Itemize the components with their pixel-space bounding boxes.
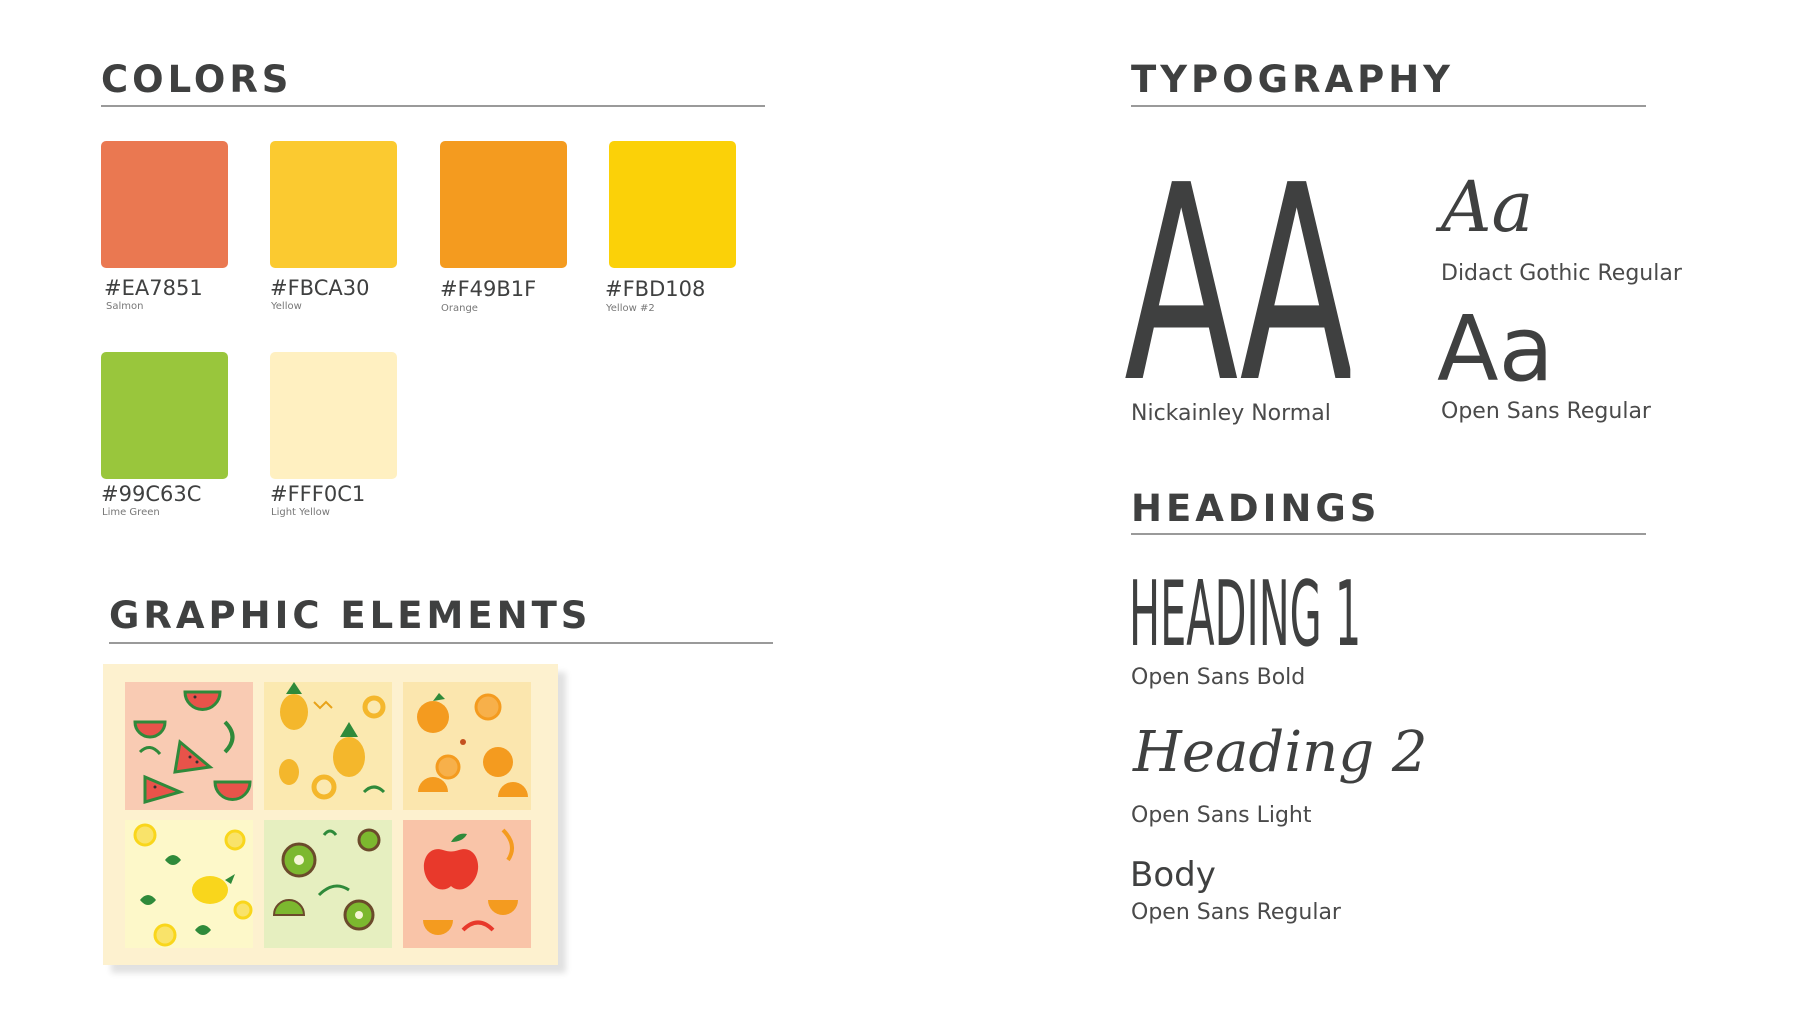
pattern-board <box>103 664 558 965</box>
swatch-yellow-2-hex: #FBD108 <box>605 277 706 301</box>
swatch-yellow-name: Yellow <box>271 301 302 312</box>
swatch-yellow-2-name: Yellow #2 <box>606 303 655 314</box>
sans-font-sample: Aa <box>1437 297 1554 402</box>
heading-2-font-name: Open Sans Light <box>1131 803 1312 828</box>
swatch-salmon-hex: #EA7851 <box>104 276 203 300</box>
body-sample: Body <box>1130 855 1216 895</box>
headings-title: HEADINGS <box>1131 487 1381 530</box>
sans-font-name: Open Sans Regular <box>1441 399 1651 424</box>
colors-divider <box>101 105 765 107</box>
heading-1-sample: HEADING 1 <box>1129 562 1362 667</box>
heading-2-sample: Heading 2 <box>1133 720 1428 785</box>
body-font-name: Open Sans Regular <box>1131 900 1341 925</box>
swatch-lime-green-hex: #99C63C <box>101 482 202 506</box>
pattern-watermelon <box>125 682 253 810</box>
typography-divider <box>1131 105 1646 107</box>
heading-1-font-name: Open Sans Bold <box>1131 665 1306 690</box>
swatch-yellow <box>270 141 397 268</box>
display-font-name: Nickainley Normal <box>1131 401 1331 426</box>
swatch-lime-green <box>101 352 228 479</box>
typography-title: TYPOGRAPHY <box>1131 58 1454 101</box>
script-font-name: Didact Gothic Regular <box>1441 261 1682 286</box>
swatch-light-yellow <box>270 352 397 479</box>
graphic-elements-title: GRAPHIC ELEMENTS <box>109 594 592 637</box>
swatch-orange-hex: #F49B1F <box>440 277 537 301</box>
swatch-salmon <box>101 141 228 268</box>
pattern-apple <box>403 820 531 948</box>
graphic-elements-divider <box>109 642 773 644</box>
swatch-yellow-hex: #FBCA30 <box>270 276 370 300</box>
swatch-orange-name: Orange <box>441 303 478 314</box>
swatch-light-yellow-name: Light Yellow <box>271 507 330 518</box>
pattern-orange <box>403 682 531 810</box>
swatch-orange <box>440 141 567 268</box>
swatch-yellow-2 <box>609 141 736 268</box>
pattern-pineapple <box>264 682 392 810</box>
headings-divider <box>1131 533 1646 535</box>
pattern-kiwi <box>264 820 392 948</box>
script-font-sample: Aa <box>1441 166 1534 248</box>
pattern-lemon <box>125 820 253 948</box>
display-font-sample: AA <box>1124 150 1351 400</box>
swatch-light-yellow-hex: #FFF0C1 <box>270 482 366 506</box>
colors-title: COLORS <box>101 58 293 101</box>
swatch-salmon-name: Salmon <box>106 301 144 312</box>
swatch-lime-green-name: Lime Green <box>102 507 160 518</box>
